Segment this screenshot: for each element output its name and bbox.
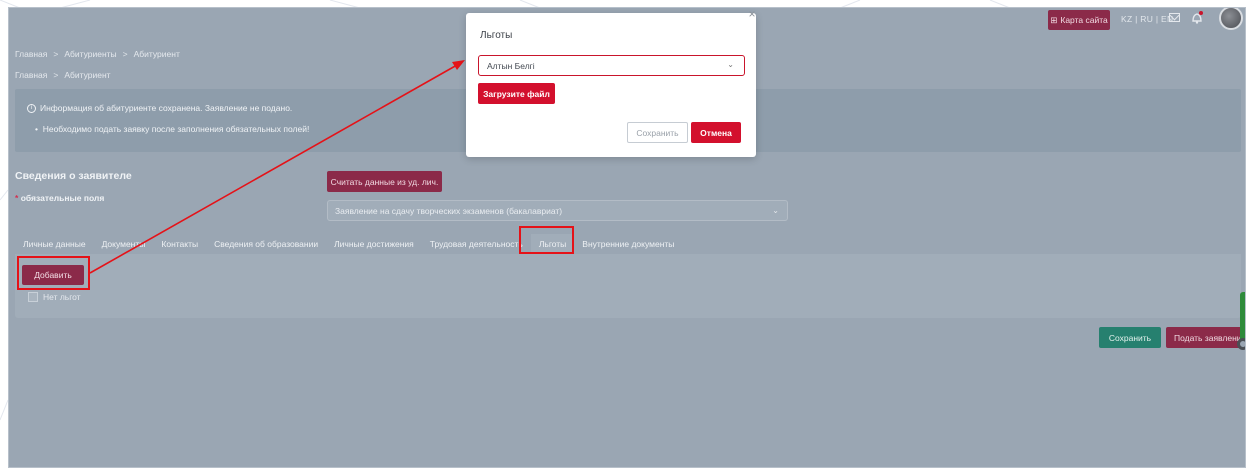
close-icon[interactable]: × bbox=[745, 7, 759, 21]
tab-achievements[interactable]: Личные достижения bbox=[326, 234, 422, 254]
breadcrumb-applicant: Абитуриент bbox=[133, 49, 180, 59]
avatar[interactable] bbox=[1219, 8, 1243, 30]
application-type-value: Заявление на сдачу творческих экзаменов … bbox=[335, 205, 563, 216]
breadcrumb-separator: > bbox=[53, 70, 59, 80]
site-map-button[interactable]: ⊞ Карта сайта bbox=[1048, 10, 1110, 30]
read-id-data-button[interactable]: Считать данные из уд. лич. bbox=[327, 171, 442, 192]
highlight-add-button bbox=[17, 256, 90, 290]
bullet: • bbox=[35, 124, 43, 134]
info-hint-text: Необходимо подать заявку после заполнени… bbox=[42, 124, 310, 134]
tab-contacts[interactable]: Контакты bbox=[153, 234, 206, 254]
upload-file-button[interactable]: Загрузите файл bbox=[478, 83, 555, 104]
chevron-down-icon: ⌄ bbox=[727, 60, 734, 69]
submit-application-button[interactable]: Подать заявление bbox=[1166, 327, 1245, 348]
benefits-panel bbox=[15, 254, 1241, 318]
site-map-label: Карта сайта bbox=[1060, 15, 1108, 25]
required-fields-text: обязательные поля bbox=[20, 193, 105, 203]
tab-internal-documents[interactable]: Внутренние документы bbox=[574, 234, 682, 254]
application-type-select[interactable]: Заявление на сдачу творческих экзаменов … bbox=[327, 200, 788, 221]
benefits-modal: × Льготы Алтын Белгі ⌄ Загрузите файл Со… bbox=[466, 7, 756, 157]
breadcrumb-applicant: Абитуриент bbox=[64, 70, 111, 80]
no-benefits-label: Нет льгот bbox=[43, 292, 81, 302]
no-benefits-checkbox[interactable] bbox=[28, 292, 38, 302]
sitemap-icon: ⊞ bbox=[1050, 14, 1058, 25]
modal-save-button[interactable]: Сохранить bbox=[627, 122, 688, 143]
benefit-type-select[interactable]: Алтын Белгі ⌄ bbox=[478, 55, 745, 76]
info-saved-line: i Информация об абитуриенте сохранена. З… bbox=[27, 103, 292, 113]
tab-work-experience[interactable]: Трудовая деятельность bbox=[422, 234, 531, 254]
breadcrumb-home[interactable]: Главная bbox=[15, 70, 47, 80]
side-ring-icon[interactable] bbox=[1237, 338, 1245, 350]
no-benefits-option[interactable]: Нет льгот bbox=[28, 292, 81, 302]
tab-education[interactable]: Сведения об образовании bbox=[206, 234, 326, 254]
breadcrumb-home[interactable]: Главная bbox=[15, 49, 47, 59]
language-switcher[interactable]: KZ | RU | EN bbox=[1121, 14, 1173, 24]
breadcrumb-separator: > bbox=[53, 49, 59, 59]
mail-icon[interactable] bbox=[1169, 13, 1180, 22]
info-hint: • Необходимо подать заявку после заполне… bbox=[35, 124, 309, 134]
breadcrumb-secondary: Главная > Абитуриент bbox=[15, 70, 111, 80]
highlight-benefits-tab bbox=[519, 226, 574, 254]
tab-bar: Личные данные Документы Контакты Сведени… bbox=[15, 234, 682, 254]
tab-documents[interactable]: Документы bbox=[94, 234, 154, 254]
tab-personal-data[interactable]: Личные данные bbox=[15, 234, 94, 254]
required-fields-label: * обязательные поля bbox=[15, 193, 104, 203]
breadcrumb-applicants[interactable]: Абитуриенты bbox=[64, 49, 116, 59]
bell-icon[interactable] bbox=[1191, 11, 1203, 24]
save-button[interactable]: Сохранить bbox=[1099, 327, 1161, 348]
required-star: * bbox=[15, 193, 19, 203]
info-icon: i bbox=[27, 103, 36, 113]
section-title: Сведения о заявителе bbox=[15, 170, 132, 182]
breadcrumb: Главная > Абитуриенты > Абитуриент bbox=[15, 49, 180, 59]
benefit-type-value: Алтын Белгі bbox=[487, 60, 535, 71]
info-saved-text: Информация об абитуриенте сохранена. Зая… bbox=[40, 103, 293, 113]
chevron-down-icon: ⌄ bbox=[772, 206, 779, 215]
modal-title: Льготы bbox=[480, 30, 513, 41]
modal-cancel-button[interactable]: Отмена bbox=[691, 122, 741, 143]
breadcrumb-separator: > bbox=[122, 49, 128, 59]
